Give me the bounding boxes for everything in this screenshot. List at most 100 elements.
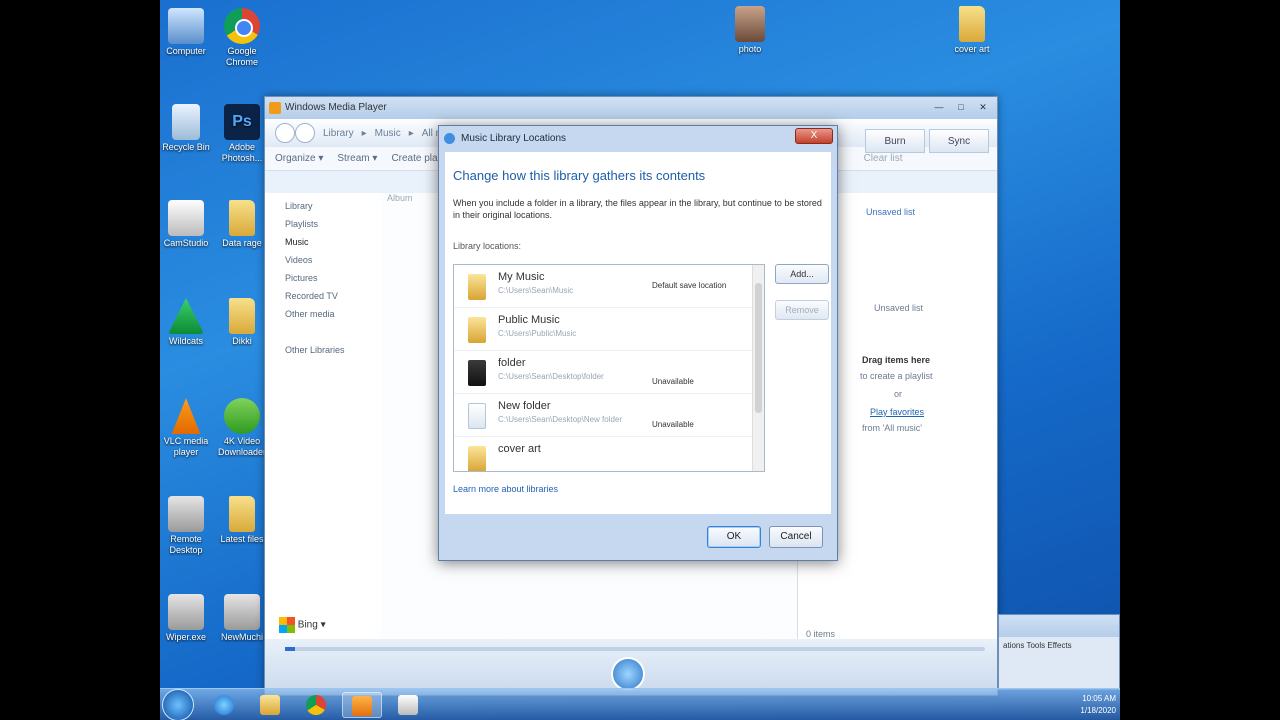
nav-item-playlists[interactable]: Playlists (285, 219, 381, 237)
taskbar-chrome[interactable] (296, 692, 336, 718)
unsaved-list-link[interactable]: Unsaved list (866, 207, 915, 217)
list-item[interactable]: New folder C:\Users\Sean\Desktop\New fol… (454, 394, 764, 437)
close-button[interactable]: ✕ (973, 100, 993, 114)
minimize-button[interactable]: — (929, 100, 949, 114)
wmp-title-bar[interactable]: Windows Media Player — □ ✕ (265, 97, 997, 119)
location-path: C:\Users\Sean\Desktop\folder (498, 372, 604, 381)
nav-item-pictures[interactable]: Pictures (285, 273, 381, 291)
dialog-body: Change how this library gathers its cont… (445, 152, 831, 514)
list-scrollbar[interactable] (752, 265, 764, 471)
desktop-icon-cover-art[interactable]: cover art (946, 6, 998, 55)
desktop-icon-wiper[interactable]: Wiper.exe (160, 594, 212, 643)
download-icon (224, 398, 260, 434)
app-icon (168, 298, 204, 334)
desktop-icon-remote[interactable]: Remote Desktop (160, 496, 212, 556)
stream-menu[interactable]: Stream ▾ (337, 153, 377, 164)
desktop-icon-data-rage[interactable]: Data rage (216, 200, 268, 249)
back-button[interactable] (275, 123, 295, 143)
menu-item-tools[interactable]: Tools (1026, 641, 1045, 650)
desktop-icon-4k-downloader[interactable]: 4K Video Downloader (216, 398, 268, 458)
play-button[interactable] (611, 657, 645, 691)
folder-icon (260, 695, 280, 715)
taskbar-explorer[interactable] (250, 692, 290, 718)
desktop-icon-camstudio[interactable]: CamStudio (160, 200, 212, 249)
nav-item-videos[interactable]: Videos (285, 255, 381, 273)
list-item[interactable]: Public Music C:\Users\Public\Music (454, 308, 764, 351)
desktop-icon-chrome[interactable]: Google Chrome (216, 8, 268, 68)
organize-menu[interactable]: Organize ▾ (275, 153, 323, 164)
desktop-icon-label: CamStudio (163, 238, 209, 248)
menu-item[interactable]: ations (1003, 641, 1024, 650)
desktop-icon-computer[interactable]: Computer (160, 8, 212, 57)
stream-label: Stream (337, 153, 370, 164)
desktop-icon-label: VLC media player (163, 436, 209, 457)
desktop-icon-latest-files[interactable]: Latest files (216, 496, 268, 545)
desktop-icon-newmuchi[interactable]: NewMuchi (216, 594, 268, 643)
play-favorites-source: from 'All music' (862, 423, 922, 433)
recycle-bin-icon (172, 104, 200, 140)
create-playlist-menu[interactable]: Create pla (391, 153, 437, 164)
tab-burn[interactable]: Burn (865, 129, 925, 153)
list-item[interactable]: cover art (454, 437, 764, 471)
start-button[interactable] (162, 689, 194, 720)
seek-progress (285, 647, 295, 651)
add-location-button[interactable]: Add... (775, 264, 829, 284)
learn-more-link[interactable]: Learn more about libraries (453, 484, 558, 494)
nav-item-library[interactable]: Library (285, 201, 381, 219)
system-tray-clock[interactable]: 10:05 AM 1/18/2020 (1080, 693, 1116, 717)
column-header-album[interactable]: Album (387, 193, 413, 203)
wmp-tabs: Burn Sync (865, 129, 989, 153)
maximize-button[interactable]: □ (951, 100, 971, 114)
drag-hint-title: Drag items here (862, 355, 931, 365)
media-player-icon (269, 102, 281, 114)
desktop-icon-label: Adobe Photosh... (221, 142, 263, 163)
desktop-icon-label: Wildcats (168, 336, 203, 346)
play-favorites-link[interactable]: Play favorites (870, 407, 924, 417)
desktop-icon-label: Remote Desktop (169, 534, 203, 555)
location-path: C:\Users\Sean\Desktop\New folder (498, 415, 623, 424)
library-locations-list[interactable]: My Music C:\Users\Sean\Music Default sav… (453, 264, 765, 472)
nav-item-other-libraries[interactable]: Other Libraries (285, 345, 381, 363)
chrome-icon (224, 8, 260, 44)
background-window-title-bar[interactable] (999, 615, 1119, 637)
menu-item-effects[interactable]: Effects (1047, 641, 1071, 650)
seek-bar[interactable] (285, 647, 985, 651)
desktop-icon-photoshop[interactable]: Ps Adobe Photosh... (216, 104, 268, 164)
app-icon (168, 594, 204, 630)
nav-item-recorded-tv[interactable]: Recorded TV (285, 291, 381, 309)
forward-button[interactable] (295, 123, 315, 143)
desktop-icon-vlc[interactable]: VLC media player (160, 398, 212, 458)
dialog-title-bar[interactable]: Music Library Locations X (439, 126, 837, 152)
clear-list-button[interactable]: Clear list (864, 153, 903, 164)
desktop-icon-label: NewMuchi (220, 632, 263, 642)
photoshop-icon: Ps (224, 104, 260, 140)
breadcrumb-separator: ▸ (361, 127, 367, 139)
taskbar-camstudio[interactable] (388, 692, 428, 718)
tab-sync[interactable]: Sync (929, 129, 989, 153)
breadcrumb-music[interactable]: Music (375, 128, 401, 139)
taskbar-ie[interactable] (204, 692, 244, 718)
location-name: Public Music (498, 314, 560, 326)
background-window-menu: ations Tools Effects (999, 637, 1119, 654)
or-text: or (894, 389, 903, 399)
location-status: Default save location (652, 281, 727, 290)
bing-search[interactable]: Bing ▾ (279, 617, 326, 633)
list-title: Unsaved list (874, 303, 924, 313)
ok-button[interactable]: OK (707, 526, 761, 548)
nav-item-other-media[interactable]: Other media (285, 309, 381, 327)
list-item[interactable]: My Music C:\Users\Sean\Music Default sav… (454, 265, 764, 308)
list-item[interactable]: folder C:\Users\Sean\Desktop\folder Unav… (454, 351, 764, 394)
remove-location-button[interactable]: Remove (775, 300, 829, 320)
cancel-button[interactable]: Cancel (769, 526, 823, 548)
library-locations-label: Library locations: (453, 241, 522, 251)
desktop-icon-photo[interactable]: photo (724, 6, 776, 55)
dialog-title: Music Library Locations (461, 133, 567, 144)
taskbar-media-player[interactable] (342, 692, 382, 718)
breadcrumb-library[interactable]: Library (323, 128, 354, 139)
desktop-icon-wildcats[interactable]: Wildcats (160, 298, 212, 347)
dialog-close-button[interactable]: X (795, 128, 833, 144)
nav-item-music[interactable]: Music (285, 237, 381, 255)
scrollbar-thumb[interactable] (755, 283, 762, 413)
desktop-icon-dikki[interactable]: Dikki (216, 298, 268, 347)
desktop-icon-recycle-bin[interactable]: Recycle Bin (160, 104, 212, 153)
